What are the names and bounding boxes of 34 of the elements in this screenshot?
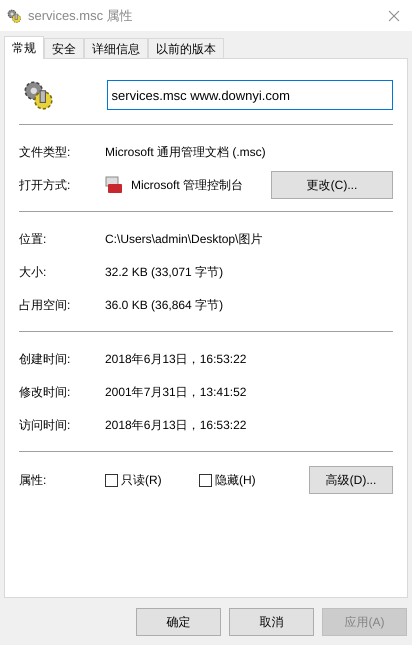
field-label: 访问时间: [19,416,72,434]
field-label: 创建时间: [19,350,72,368]
dialog-button[interactable]: 确定 [136,608,221,636]
checkbox[interactable] [199,474,212,486]
field-label: 属性: [19,472,48,489]
dialog-button[interactable]: 取消 [229,608,314,636]
checkbox[interactable] [105,474,118,486]
window-title: services.msc 属性 [28,6,133,25]
field-value: 2001年7月31日，13:41:52 [105,384,246,400]
field-value: Microsoft 管理控制台 [131,176,244,194]
field-value: Microsoft 通用管理文档 (.msc) [105,144,266,160]
tab[interactable]: 详细信息 [84,38,148,58]
field-label: 修改时间: [19,384,72,400]
field-label: 占用空间: [19,296,72,314]
tab[interactable]: 常规 [4,36,44,59]
advanced-button[interactable]: 高级(D)... [309,466,393,494]
field-label: 大小: [19,264,48,280]
tab[interactable]: 安全 [44,38,84,58]
name-field[interactable]: services.msc www.downyi.com [106,80,393,110]
change-button[interactable]: 更改(C)... [271,170,393,198]
field-value: 36.0 KB (36,864 字节) [105,296,224,314]
field-value: C:\Users\admin\Desktop\图片 [105,230,262,248]
checkbox-label: 隐藏(H) [215,472,256,489]
field-value: 32.2 KB (33,071 字节) [105,264,224,280]
close-icon[interactable] [388,10,400,22]
field-label: 打开方式: [19,176,72,194]
tab[interactable]: 以前的版本 [148,38,224,58]
checkbox-label: 只读(R) [121,472,162,489]
gears-icon [6,8,22,24]
toolbox-icon [105,176,123,194]
field-value: 2018年6月13日，16:53:22 [105,416,246,434]
field-label: 文件类型: [19,144,72,160]
field-value: 2018年6月13日，16:53:22 [105,350,246,368]
field-label: 位置: [19,230,48,248]
